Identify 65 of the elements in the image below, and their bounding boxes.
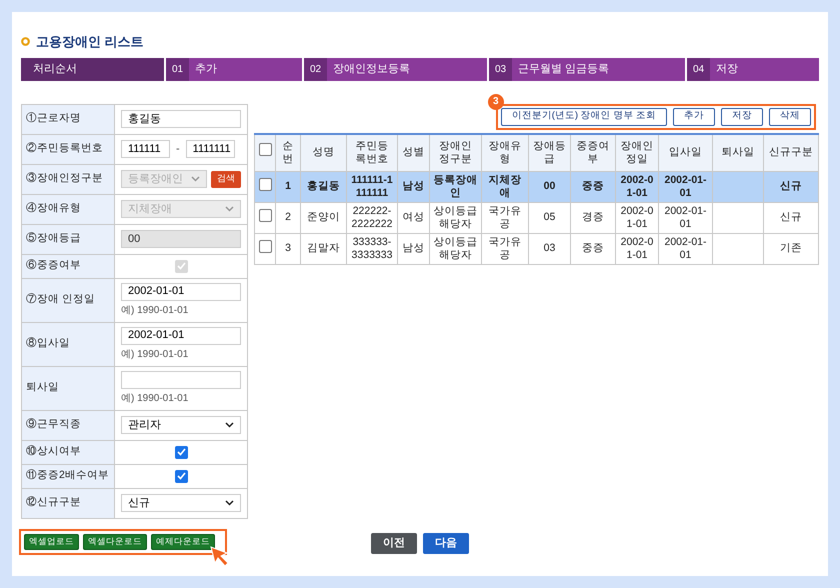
hint-text: 예) 1990-01-01 [121,348,190,362]
form-label: ⑦장애 인정일 [22,278,114,322]
dash-text: - [176,142,180,157]
checkbox[interactable] [258,240,272,253]
step-badge: 3 [488,94,504,110]
form-label: ⑥중증여부 [22,254,114,278]
checkbox[interactable] [258,208,272,222]
checkbox[interactable] [174,470,188,482]
form-label: ⑩상시여부 [22,440,114,464]
form-label: ⑧입사일 [22,322,114,366]
table-cell: 김말자 [300,234,346,264]
checkbox[interactable] [258,143,272,156]
step-tab[interactable]: 01 추가 [166,58,302,80]
chevron-down-icon [225,206,234,212]
form-label: ④장애유형 [22,194,114,224]
form-label: ①근로자명 [22,104,114,134]
hint-text: 예) 1990-01-01 [121,304,190,318]
checkbox[interactable] [174,446,188,458]
chevron-down-icon [225,500,234,506]
chevron-down-icon [225,422,234,428]
input-field[interactable]: 111111 [121,140,170,158]
hint-text: 예) 1990-01-01 [121,392,190,406]
form-label: 퇴사일 [22,366,114,410]
table-cell: 기존 [764,234,818,264]
next-button[interactable]: 다음 [423,533,469,554]
step-tab[interactable]: 04 저장 [687,58,819,80]
table-cell: 상이등급해당자 [430,234,482,264]
toolbar-button[interactable]: 저장 [721,108,763,126]
dropdown[interactable]: 신규 [121,494,241,512]
table-cell: 중증 [570,234,616,264]
input-field[interactable]: 2002-01-01 [121,326,241,344]
input-field[interactable]: 2002-01-01 [121,282,241,300]
dropdown[interactable]: 관리자 [121,416,241,434]
toolbar-button[interactable]: 이전분기(년도) 장애인 명부 조회 [500,108,667,126]
table-cell: 333333-3333333 [346,234,398,264]
excel-button[interactable]: 엑셀업로드 [24,534,79,550]
chevron-down-icon [191,176,200,182]
input-field[interactable]: 홍길동 [121,110,241,128]
table-cell: 3 [276,234,300,264]
form-label: ⑫신규구분 [22,488,114,518]
input-field[interactable]: 1111111 [186,140,235,158]
excel-button[interactable]: 엑셀다운로드 [83,534,147,550]
input-field[interactable]: 00 [121,230,241,248]
table-cell: 남성 [398,234,430,264]
toolbar-button[interactable]: 추가 [673,108,715,126]
table-cell: 국가유공 [482,234,528,264]
toolbar-button[interactable]: 삭제 [769,108,811,126]
form-label: ⑪중증2배수여부 [22,464,114,488]
table-cell [712,234,764,264]
table-cell: 2002-01-01 [616,234,658,264]
form-label: ⑤장애등급 [22,224,114,254]
step-tab[interactable]: 03 근무월별 임금등록 [489,58,685,80]
excel-button[interactable]: 예제다운로드 [151,534,215,550]
page-title: 고용장애인 리스트 [36,33,144,51]
form-label: ③장애인정구분 [22,164,114,194]
table-cell: 03 [528,234,570,264]
form-label: ⑨근무직종 [22,410,114,440]
step-tab[interactable]: 처리순서 [21,58,164,80]
form-label: ②주민등록번호 [22,134,114,164]
table-cell: 2002-01-01 [658,234,712,264]
step-tab[interactable]: 02 장애인정보등록 [304,58,487,80]
checkbox[interactable] [258,178,272,191]
previous-button[interactable]: 이전 [371,533,417,554]
ring-icon [21,37,30,46]
input-field[interactable] [121,370,241,388]
